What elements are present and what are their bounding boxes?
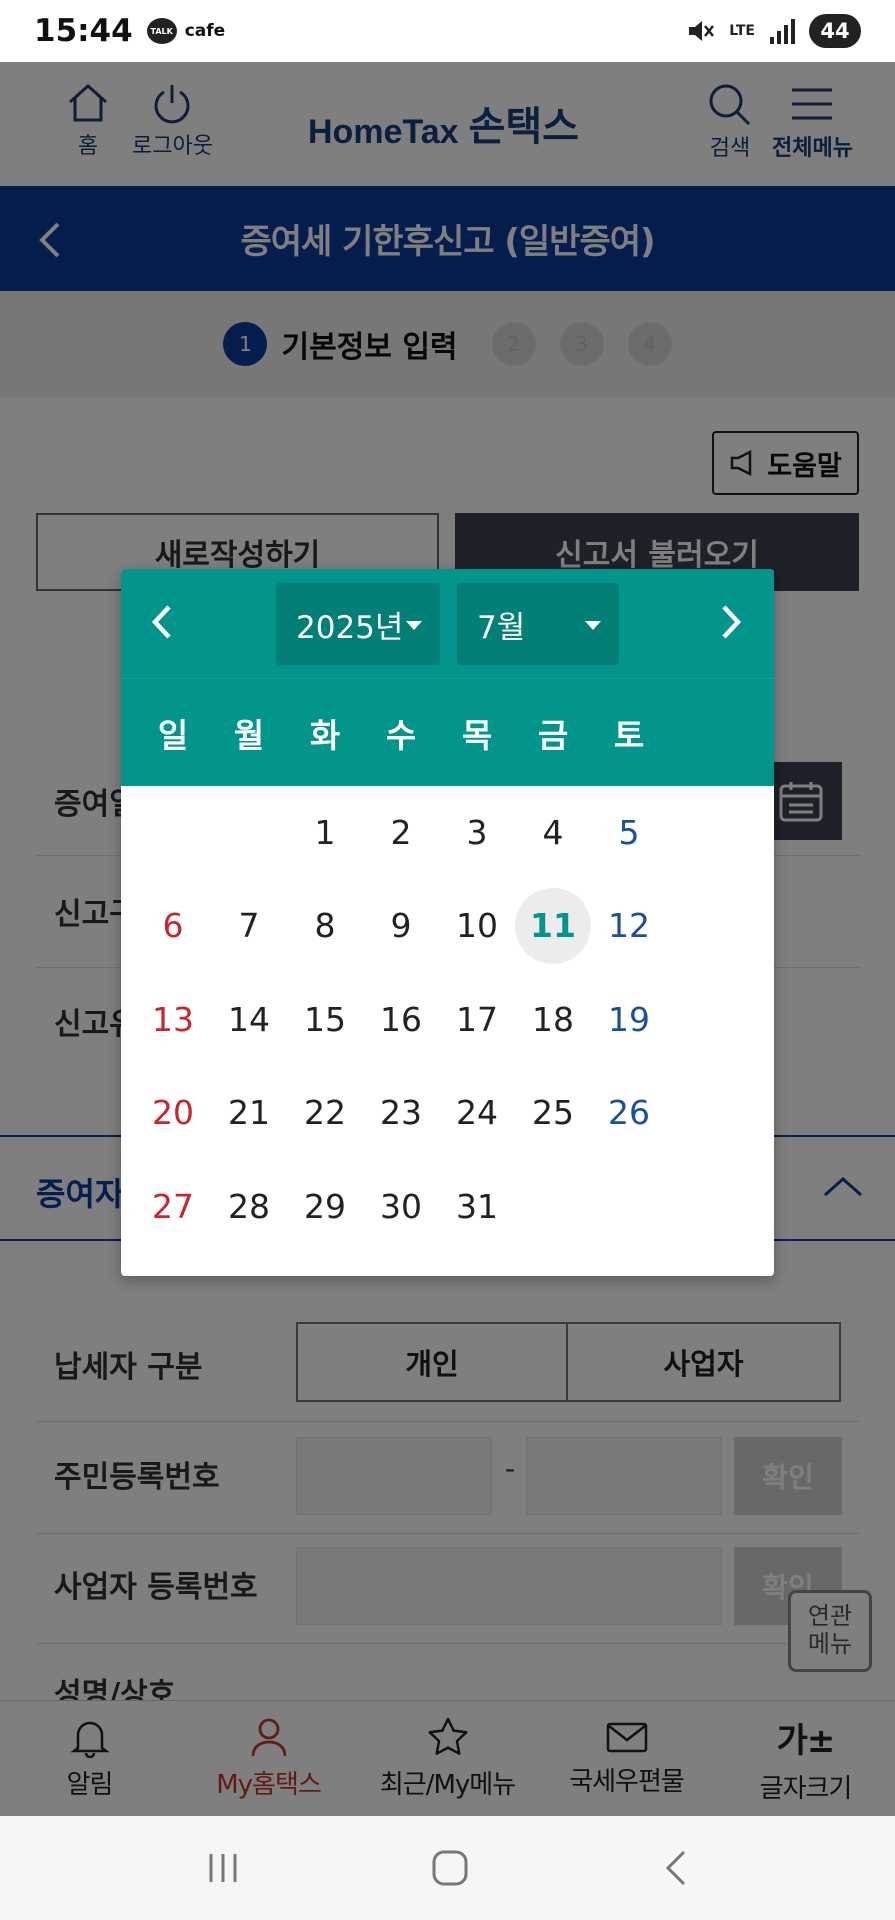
- calendar-day-26[interactable]: 26: [591, 1075, 667, 1151]
- calendar-day-10[interactable]: 10: [439, 888, 515, 964]
- cafe-notification-text: cafe: [184, 21, 226, 41]
- calendar-day-6[interactable]: 6: [135, 888, 211, 964]
- weekday-wed: 수: [385, 715, 417, 755]
- calendar-day-21[interactable]: 21: [211, 1075, 287, 1151]
- calendar-day-12[interactable]: 12: [591, 888, 667, 964]
- calendar-day-1[interactable]: 1: [287, 795, 363, 871]
- recent-apps-icon[interactable]: [205, 1851, 241, 1885]
- next-month-button[interactable]: [706, 597, 756, 647]
- weekday-fri: 금: [537, 715, 569, 755]
- calendar-day-18[interactable]: 18: [515, 982, 591, 1058]
- weekday-tue: 화: [309, 715, 341, 755]
- calendar-day-11[interactable]: 11: [515, 888, 591, 965]
- calendar-day-29[interactable]: 29: [287, 1169, 363, 1245]
- calendar-day-20[interactable]: 20: [135, 1075, 211, 1151]
- weekday-sun: 일: [157, 715, 189, 755]
- calendar-day-31[interactable]: 31: [439, 1169, 515, 1245]
- calendar-day-14[interactable]: 14: [211, 982, 287, 1058]
- calendar-day-13[interactable]: 13: [135, 982, 211, 1058]
- calendar-week: 12345: [135, 786, 760, 880]
- calendar-day-24[interactable]: 24: [439, 1075, 515, 1151]
- calendar-day-3[interactable]: 3: [439, 795, 515, 871]
- system-navigation-bar: [0, 1816, 895, 1920]
- previous-month-button[interactable]: [137, 597, 187, 647]
- calendar-day-16[interactable]: 16: [363, 982, 439, 1058]
- caret-down-icon: [406, 621, 422, 630]
- signal-icon: [770, 19, 795, 44]
- calendar-week: 27 28 29 30 31: [135, 1160, 760, 1254]
- calendar-day-23[interactable]: 23: [363, 1075, 439, 1151]
- home-nav-icon[interactable]: [430, 1848, 470, 1888]
- calendar-day-4[interactable]: 4: [515, 795, 591, 871]
- weekday-thu: 목: [461, 715, 493, 755]
- calendar-day-9[interactable]: 9: [363, 888, 439, 964]
- calendar-day-8[interactable]: 8: [287, 888, 363, 964]
- calendar-day-25[interactable]: 25: [515, 1075, 591, 1151]
- calendar-day-19[interactable]: 19: [591, 982, 667, 1058]
- calendar-week: 6 7 8 9 10 11 12: [135, 880, 760, 974]
- calendar-day-28[interactable]: 28: [211, 1169, 287, 1245]
- mute-icon: [689, 21, 715, 41]
- calendar-week: 13 14 15 16 17 18 19: [135, 973, 760, 1067]
- weekday-header: 일 월 화 수 목 금 토: [121, 678, 774, 786]
- status-bar: 15:44 TALK cafe LTE 44: [0, 0, 895, 62]
- month-value: 7월: [477, 609, 526, 646]
- month-select[interactable]: 7월: [457, 583, 619, 665]
- weekday-sat: 토: [613, 715, 645, 755]
- year-value: 2025년: [296, 609, 404, 646]
- lte-icon: LTE: [729, 23, 755, 39]
- calendar-day-17[interactable]: 17: [439, 982, 515, 1058]
- status-icons: LTE 44: [685, 14, 861, 48]
- calendar-week: 20 21 22 23 24 25 26: [135, 1067, 760, 1161]
- year-select[interactable]: 2025년: [276, 583, 440, 665]
- date-picker-header: 2025년 7월: [121, 569, 774, 678]
- date-picker: 2025년 7월 일 월 화 수 목 금 토 1 2 3 4 5 6 7 8 9 10 11 12 13…: [121, 569, 774, 1276]
- calendar-day-27[interactable]: 27: [135, 1169, 211, 1245]
- calendar-grid: 1 2 3 4 5 6 7 8 9 10 11 12 13 14 15 16 17 18 19 20 21 22 23 24 2…: [121, 786, 774, 1254]
- calendar-day-30[interactable]: 30: [363, 1169, 439, 1245]
- status-time: 15:44: [34, 13, 133, 49]
- weekday-mon: 월: [233, 715, 265, 755]
- calendar-day-2[interactable]: 2: [363, 795, 439, 871]
- kakaotalk-icon: TALK: [146, 18, 177, 44]
- calendar-day-15[interactable]: 15: [287, 982, 363, 1058]
- chevron-left-icon: [151, 605, 171, 639]
- back-nav-icon[interactable]: [660, 1848, 690, 1888]
- calendar-day-7[interactable]: 7: [211, 888, 287, 964]
- battery-indicator: 44: [809, 14, 861, 48]
- chevron-right-icon: [722, 605, 742, 639]
- calendar-day-22[interactable]: 22: [287, 1075, 363, 1151]
- calendar-day-5[interactable]: 5: [591, 795, 667, 871]
- caret-down-icon: [585, 621, 601, 630]
